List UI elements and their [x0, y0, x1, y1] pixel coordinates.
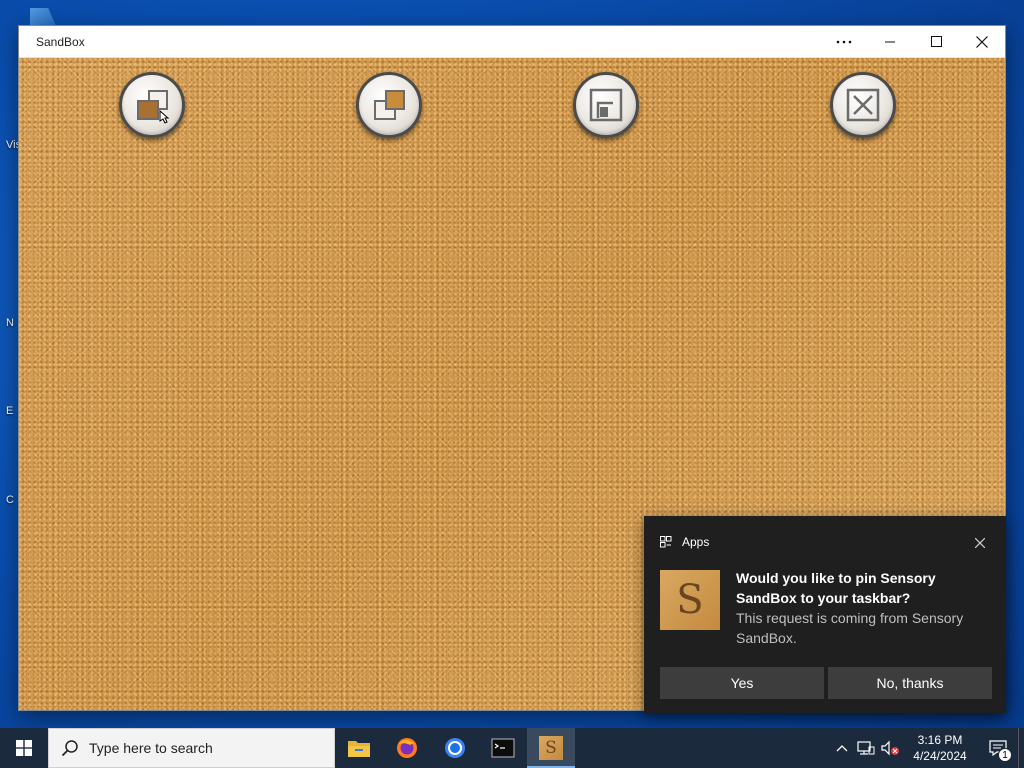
toast-app-name: Apps	[682, 535, 710, 549]
windows-icon	[16, 740, 32, 756]
sandbox-app-icon: S	[660, 570, 720, 630]
toast-no-button[interactable]: No, thanks	[828, 667, 992, 699]
resize-window-button[interactable]	[573, 72, 639, 138]
toast-header: Apps	[660, 535, 709, 549]
layers-front-icon	[374, 90, 405, 120]
search-icon	[61, 740, 78, 757]
resize-icon	[589, 88, 623, 122]
search-box[interactable]: Type here to search	[48, 728, 335, 768]
minimize-button[interactable]	[867, 26, 913, 58]
file-explorer-taskbar-button[interactable]	[335, 728, 383, 768]
toast-body: This request is coming from Sensory Sand…	[736, 610, 964, 646]
desktop-icon[interactable]	[30, 8, 56, 26]
close-icon	[976, 35, 988, 48]
chrome-taskbar-button[interactable]	[431, 728, 479, 768]
x-box-icon	[846, 88, 880, 122]
close-button[interactable]	[959, 26, 1005, 58]
desktop-icon-label[interactable]: N	[6, 317, 14, 329]
close-app-button[interactable]	[830, 72, 896, 138]
action-center-button[interactable]: 1	[978, 728, 1018, 768]
show-desktop-button[interactable]	[1018, 728, 1024, 768]
layers-back-icon	[137, 90, 170, 124]
firefox-taskbar-button[interactable]	[383, 728, 431, 768]
maximize-icon	[930, 36, 942, 47]
chrome-icon	[445, 738, 465, 758]
apps-icon	[660, 536, 672, 548]
title-bar[interactable]: SandBox	[19, 26, 1005, 58]
bring-forward-button[interactable]	[356, 72, 422, 138]
show-hidden-icons-button[interactable]	[830, 728, 854, 768]
more-icon	[836, 40, 852, 43]
terminal-taskbar-button[interactable]	[479, 728, 527, 768]
pin-taskbar-toast: Apps S Would you like to pin Sensory San…	[644, 516, 1006, 713]
maximize-button[interactable]	[913, 26, 959, 58]
volume-muted-icon	[881, 740, 899, 756]
chevron-up-icon	[836, 745, 848, 752]
taskbar: Type here to search S 3:16 PM 4/24/2024 …	[0, 728, 1024, 768]
notification-count-badge: 1	[998, 748, 1012, 762]
minimize-icon	[885, 41, 895, 42]
search-placeholder: Type here to search	[89, 740, 213, 756]
folder-icon	[348, 741, 370, 757]
terminal-icon	[491, 738, 515, 758]
window-title: SandBox	[36, 34, 85, 49]
clock-date: 4/24/2024	[913, 749, 967, 763]
more-options-button[interactable]	[821, 26, 867, 58]
sandbox-taskbar-icon: S	[539, 736, 563, 760]
desktop-icon-label[interactable]: C	[6, 494, 14, 506]
clock-time: 3:16 PM	[917, 733, 963, 747]
swap-layers-button[interactable]	[119, 72, 185, 138]
network-button[interactable]	[854, 728, 878, 768]
firefox-icon	[397, 738, 417, 758]
clock[interactable]: 3:16 PM 4/24/2024	[902, 732, 978, 764]
desktop-icon-label[interactable]: E	[6, 405, 13, 417]
sensory-sandbox-taskbar-button[interactable]: S	[527, 728, 575, 768]
toast-yes-button[interactable]: Yes	[660, 667, 824, 699]
network-icon	[857, 741, 875, 755]
toast-close-button[interactable]	[972, 535, 988, 551]
toast-title: Would you like to pin Sensory SandBox to…	[736, 570, 936, 606]
close-icon	[975, 538, 985, 548]
start-button[interactable]	[0, 728, 48, 768]
volume-button[interactable]	[878, 728, 902, 768]
system-tray: 3:16 PM 4/24/2024 1	[830, 728, 1024, 768]
